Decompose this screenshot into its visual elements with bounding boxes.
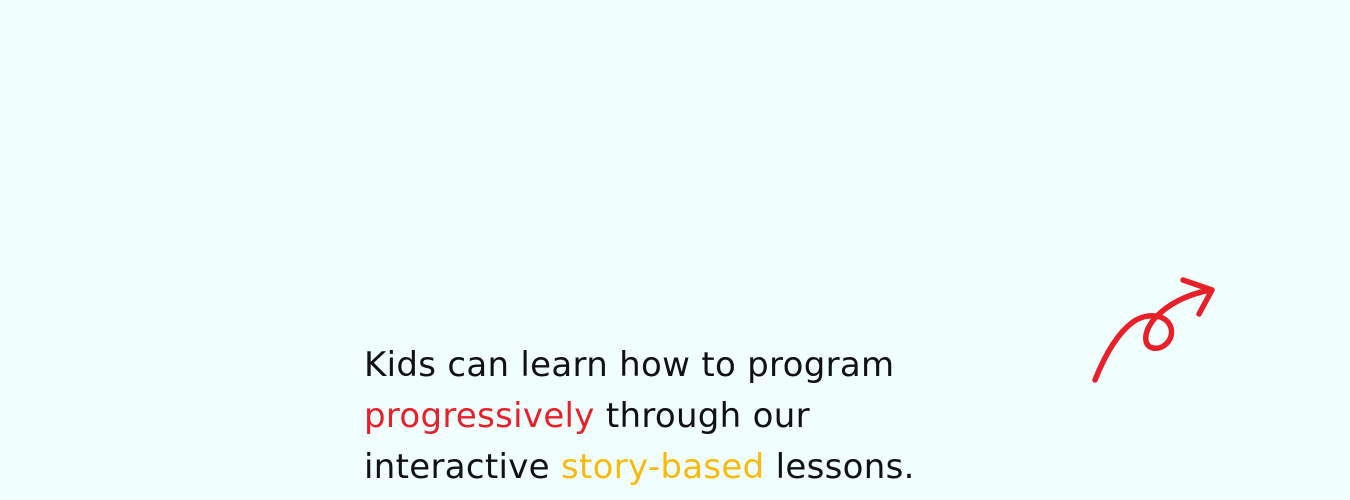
tagline-line-1: Kids can learn how to program — [364, 340, 1004, 391]
hero-tagline: Kids can learn how to program progressiv… — [364, 340, 1004, 493]
tagline-highlight-story-based: story-based — [560, 447, 765, 487]
hero-section: Kids can learn how to program progressiv… — [0, 0, 1350, 500]
tagline-highlight-progressively: progressively — [364, 396, 595, 436]
tagline-line-3-start: interactive — [364, 447, 561, 487]
tagline-line-3-end: lessons. — [764, 447, 915, 487]
tagline-line-2-text: through our — [594, 396, 810, 436]
tagline-line-3: interactive story-based lessons. — [364, 442, 1004, 493]
tagline-line-2: progressively through our — [364, 391, 1004, 442]
curly-arrow-icon — [1092, 277, 1215, 383]
tagline-line-1-text: Kids can learn how to program — [364, 345, 895, 385]
